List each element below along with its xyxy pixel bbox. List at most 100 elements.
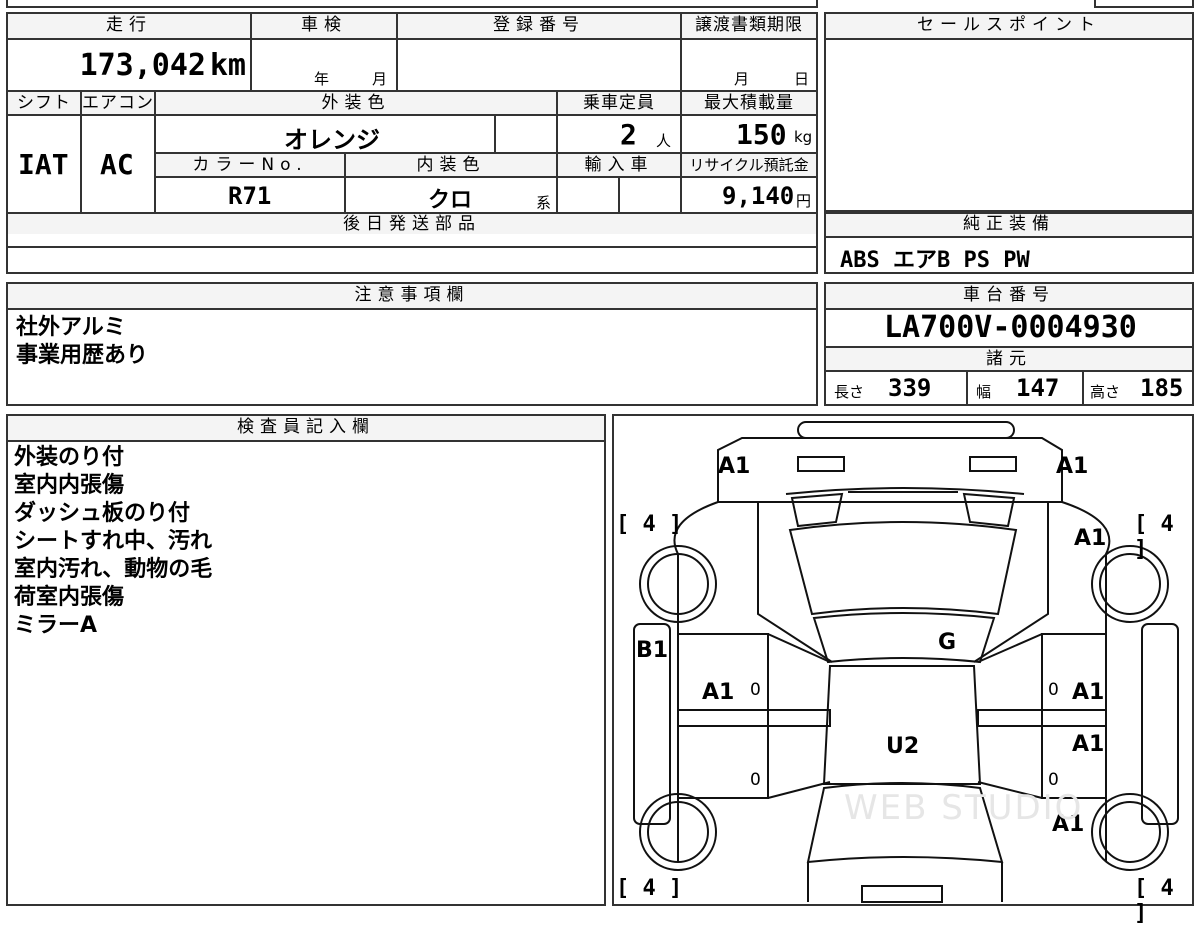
- aircon-value: AC: [100, 148, 134, 181]
- shift-cell: IAT: [8, 114, 80, 212]
- interior-color-suffix: 系: [536, 194, 552, 212]
- inspector-line: 室内内張傷: [14, 473, 125, 498]
- max-load-cell: 150 kg: [680, 114, 816, 152]
- notes-header: 注意事項欄: [8, 284, 816, 308]
- registration-cell: [396, 38, 680, 90]
- recycle-fee-cell: 9,140 円: [680, 176, 816, 212]
- damage-mark: A1: [702, 680, 735, 705]
- deadline-day-unit: 日: [794, 70, 810, 88]
- genuine-equipment-value: ABS エアB PS PW: [840, 248, 1030, 273]
- later-parts-cell: [6, 232, 818, 274]
- chassis-box: 車台番号 LA700V-0004930 諸元 長さ 339 幅 147 高さ 1…: [824, 282, 1194, 406]
- transfer-deadline-header: 譲渡書類期限: [680, 14, 816, 38]
- zero-marker: 0: [750, 770, 761, 790]
- tread-value: 4: [642, 512, 656, 537]
- height-label: 高さ: [1090, 383, 1121, 401]
- tread-rear-left: [ 4 ]: [616, 876, 683, 901]
- capacity-unit: 人: [656, 132, 672, 150]
- chassis-no-header: 車台番号: [826, 284, 1192, 308]
- mileage-value: 173,042: [79, 48, 206, 83]
- mileage-unit: km: [209, 48, 246, 83]
- sales-point-content: [826, 38, 1192, 210]
- recycle-fee-header: リサイクル預託金: [680, 152, 816, 176]
- exterior-color-header: 外装色: [154, 90, 556, 114]
- inspector-content: 外装のり付 室内内張傷 ダッシュ板のり付 シートすれ中、汚れ 室内汚れ、動物の毛…: [8, 440, 604, 906]
- mileage-header: 走行: [8, 14, 250, 38]
- specs-header: 諸元: [826, 346, 1192, 370]
- note-line: 事業用歴あり: [16, 343, 149, 368]
- inspector-header: 検査員記入欄: [8, 416, 604, 440]
- recycle-fee-value: 9,140: [722, 182, 795, 210]
- exterior-color-value: オレンジ: [284, 126, 380, 154]
- max-load-value: 150: [736, 118, 787, 151]
- deadline-cell: 月 日: [680, 38, 816, 90]
- tread-rear-right: [ 4 ]: [1134, 876, 1174, 926]
- watermark: WEB STUDIO: [844, 788, 1084, 828]
- damage-mark: U2: [886, 734, 920, 759]
- tread-value: 4: [1160, 512, 1174, 537]
- damage-diagram-box: [ 4 ] [ 4 ] [ 4 ] [ 4 ] A1 A1 A1 B1 G A1…: [612, 414, 1194, 926]
- top-strip-right: [1094, 0, 1194, 8]
- zero-marker: 0: [1048, 680, 1059, 700]
- capacity-header: 乗車定員: [556, 90, 680, 114]
- width-cell: 幅 147: [966, 370, 1082, 404]
- recycle-fee-unit: 円: [796, 192, 812, 210]
- tread-front-left: [ 4 ]: [616, 512, 683, 537]
- genuine-equipment-box: 純正装備 ABS エアB PS PW: [824, 212, 1194, 274]
- top-strip: [6, 0, 818, 8]
- length-cell: 長さ 339: [826, 370, 966, 404]
- damage-mark: A1: [1074, 526, 1107, 551]
- max-load-header: 最大積載量: [680, 90, 816, 114]
- damage-mark: A1: [1056, 454, 1089, 479]
- notes-content: 社外アルミ 事業用歴あり: [8, 308, 816, 404]
- color-no-value: R71: [228, 182, 272, 210]
- damage-mark: A1: [1072, 732, 1105, 757]
- zero-marker: 0: [1048, 770, 1059, 790]
- chassis-no-value: LA700V-0004930: [884, 310, 1137, 345]
- inspector-line: シートすれ中、汚れ: [14, 529, 213, 554]
- car-outline-diagram: [633, 421, 1179, 903]
- height-value: 185: [1140, 374, 1184, 402]
- damage-mark: G: [938, 630, 957, 655]
- import-cell-2: [618, 176, 680, 212]
- chassis-no-cell: LA700V-0004930: [826, 308, 1192, 346]
- color-no-cell: R71: [154, 176, 344, 212]
- genuine-equipment-header: 純正装備: [826, 214, 1192, 236]
- capacity-cell: 2 人: [556, 114, 680, 152]
- height-cell: 高さ 185: [1082, 370, 1192, 404]
- shift-header: シフト: [8, 90, 80, 114]
- inspector-box: 検査員記入欄 外装のり付 室内内張傷 ダッシュ板のり付 シートすれ中、汚れ 室内…: [6, 414, 606, 906]
- inspection-year-unit: 年: [314, 70, 330, 88]
- sales-point-header: セールスポイント: [826, 14, 1192, 38]
- genuine-equipment-cell: ABS エアB PS PW: [826, 236, 1192, 273]
- import-cell-1: [556, 176, 618, 212]
- color-no-header: カラーNo.: [154, 152, 344, 176]
- inspector-line: 外装のり付: [14, 445, 125, 470]
- width-value: 147: [1016, 374, 1060, 402]
- spec-table: 走行 車検 登録番号 譲渡書類期限 173,042 km 年 月 月 日 シフト…: [6, 12, 818, 248]
- width-label: 幅: [976, 383, 992, 401]
- deadline-month-unit: 月: [734, 70, 750, 88]
- tread-value: 4: [642, 876, 656, 901]
- tread-value: 4: [1160, 876, 1174, 901]
- length-label: 長さ: [834, 383, 865, 401]
- aircon-header: エアコン: [80, 90, 154, 114]
- import-header: 輸入車: [556, 152, 680, 176]
- inspector-line: 室内汚れ、動物の毛: [14, 557, 213, 582]
- tread-front-right: [ 4 ]: [1134, 512, 1174, 562]
- aircon-cell: AC: [80, 114, 154, 212]
- damage-mark: A1: [1072, 680, 1105, 705]
- later-parts-header: 後日発送部品: [8, 212, 816, 234]
- inspection-header: 車検: [250, 14, 396, 38]
- inspector-line: ミラーA: [14, 613, 98, 638]
- damage-mark: B1: [636, 638, 669, 663]
- registration-header: 登録番号: [396, 14, 680, 38]
- inspection-month-unit: 月: [372, 70, 388, 88]
- interior-color-value: クロ: [428, 188, 473, 213]
- exterior-color-cell: オレンジ: [154, 114, 494, 154]
- notes-box: 注意事項欄 社外アルミ 事業用歴あり: [6, 282, 818, 406]
- note-line: 社外アルミ: [16, 315, 126, 340]
- inspector-line: ダッシュ板のり付: [14, 501, 191, 526]
- capacity-value: 2: [620, 118, 637, 151]
- length-value: 339: [888, 374, 932, 402]
